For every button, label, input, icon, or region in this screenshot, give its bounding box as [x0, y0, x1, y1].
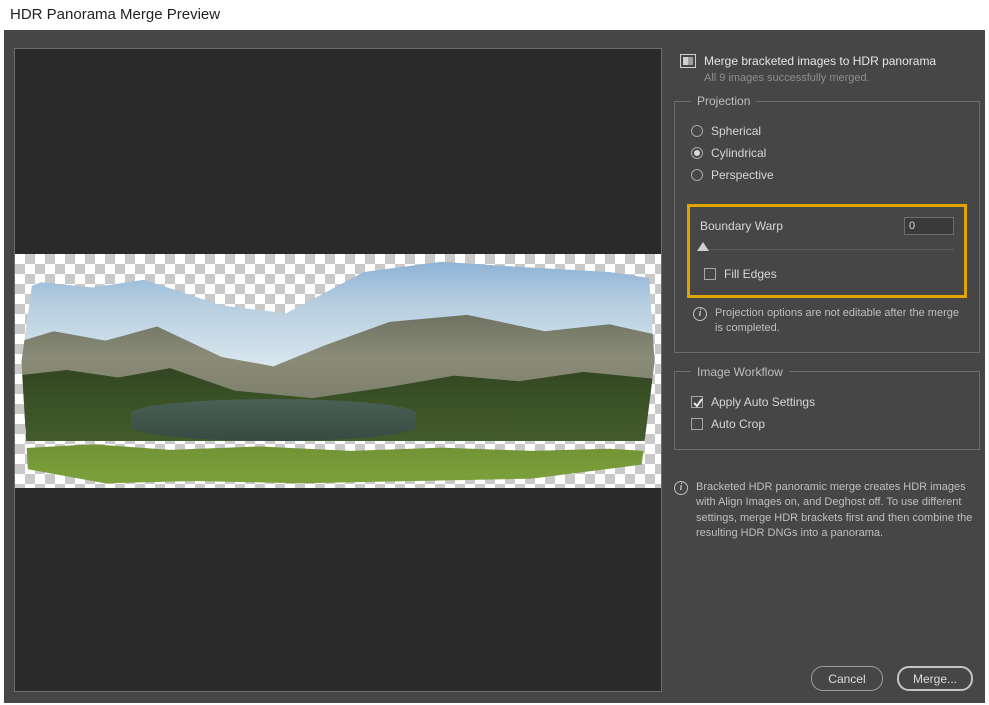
checkbox-label: Apply Auto Settings: [711, 395, 815, 409]
checkbox-icon: [704, 268, 716, 280]
merge-header: Merge bracketed images to HDR panorama: [674, 48, 980, 68]
slider-thumb-icon: [697, 242, 709, 251]
checkbox-label: Auto Crop: [711, 417, 765, 431]
radio-icon: [691, 147, 703, 159]
preview-canvas: [15, 254, 661, 488]
boundary-warp-slider[interactable]: [700, 239, 954, 255]
merge-footnote: i Bracketed HDR panoramic merge creates …: [674, 480, 980, 542]
info-icon: i: [674, 481, 688, 495]
merge-icon: [680, 54, 696, 68]
fill-edges-checkbox[interactable]: Fill Edges: [700, 263, 954, 285]
apply-auto-settings-checkbox[interactable]: Apply Auto Settings: [687, 391, 967, 413]
radio-label: Cylindrical: [711, 146, 766, 160]
dialog-body: Merge bracketed images to HDR panorama A…: [4, 30, 985, 703]
radio-icon: [691, 169, 703, 181]
preview-pane: [14, 48, 662, 692]
radio-label: Spherical: [711, 124, 761, 138]
projection-legend: Projection: [691, 94, 756, 108]
projection-perspective[interactable]: Perspective: [687, 164, 967, 186]
radio-icon: [691, 125, 703, 137]
projection-info-text: Projection options are not editable afte…: [715, 306, 961, 336]
merge-header-text: Merge bracketed images to HDR panorama: [704, 54, 936, 68]
checkbox-label: Fill Edges: [724, 267, 777, 281]
projection-info: i Projection options are not editable af…: [687, 298, 967, 338]
window-title: HDR Panorama Merge Preview: [0, 0, 989, 28]
boundary-warp-input[interactable]: [904, 217, 954, 235]
projection-cylindrical[interactable]: Cylindrical: [687, 142, 967, 164]
merge-button[interactable]: Merge...: [897, 666, 973, 691]
footnote-text: Bracketed HDR panoramic merge creates HD…: [696, 480, 980, 542]
boundary-warp-label: Boundary Warp: [700, 219, 783, 233]
workflow-legend: Image Workflow: [691, 365, 789, 379]
boundary-warp-highlight: Boundary Warp Fill Edges: [687, 204, 967, 298]
merge-status: All 9 images successfully merged.: [674, 68, 980, 94]
checkbox-icon: [691, 396, 703, 408]
projection-group: Projection Spherical Cylindrical Perspec…: [674, 94, 980, 353]
checkbox-icon: [691, 418, 703, 430]
projection-spherical[interactable]: Spherical: [687, 120, 967, 142]
info-icon: i: [693, 307, 707, 321]
radio-label: Perspective: [711, 168, 774, 182]
workflow-group: Image Workflow Apply Auto Settings Auto …: [674, 365, 980, 450]
auto-crop-checkbox[interactable]: Auto Crop: [687, 413, 967, 435]
cancel-button[interactable]: Cancel: [811, 666, 883, 691]
